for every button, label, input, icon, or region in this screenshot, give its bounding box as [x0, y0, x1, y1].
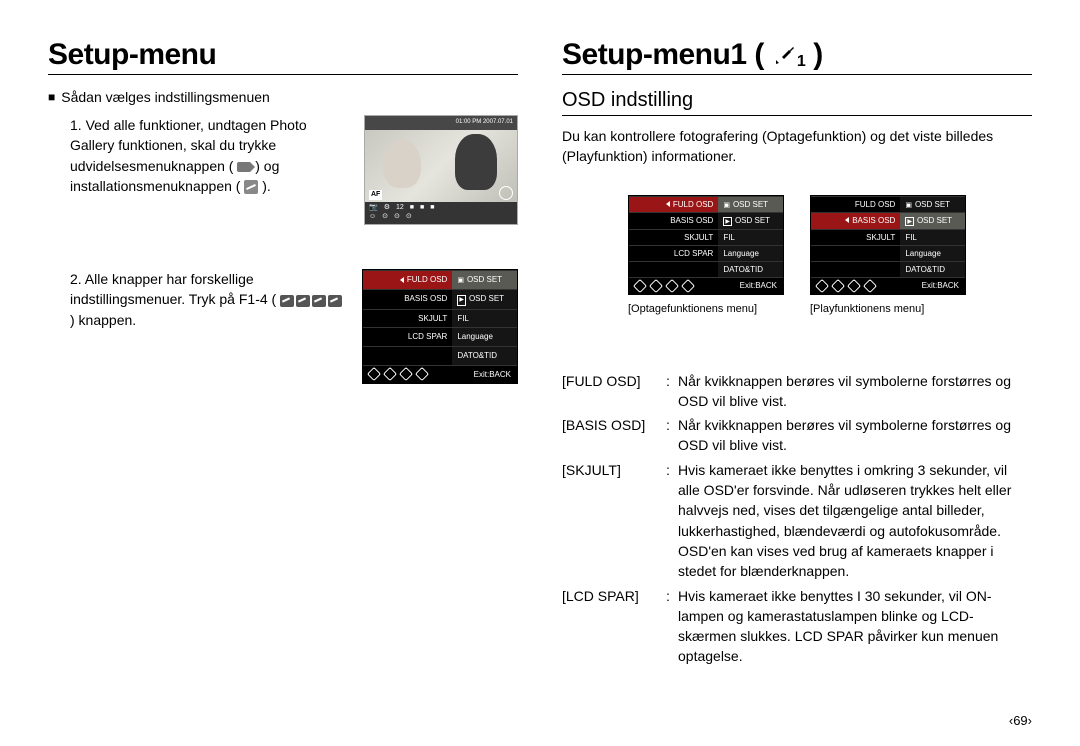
page-title-right: Setup-menu1 ( 1 ) [562, 38, 1032, 75]
step1-post: ). [262, 178, 271, 194]
section-text: Sådan vælges indstillingsmenuen [61, 89, 270, 105]
osd-description: Du kan kontrollere fotografering (Optage… [562, 126, 1032, 167]
setup-button-icon [244, 180, 258, 194]
setup1-icon: 1 [772, 43, 805, 67]
page-number: 69 [1009, 713, 1032, 728]
def-key-fuld: [FULD OSD] [562, 371, 666, 412]
def-val-fuld: Når kvikknappen berøres vil symbolerne f… [678, 371, 1032, 412]
step-1: 1. Ved alle funktioner, undtagen Photo G… [70, 115, 346, 196]
title-right-end: ) [813, 38, 823, 72]
f1-4-icons [280, 295, 342, 307]
af-badge: AF [369, 190, 382, 200]
caption-play: [Playfunktionens menu] [810, 303, 966, 315]
def-key-basis: [BASIS OSD] [562, 415, 666, 456]
section-heading: ■Sådan vælges indstillingsmenuen [48, 89, 518, 105]
lcd-menu-rec: FULD OSDOSD SET BASIS OSDOSD SET SKJULTF… [628, 195, 784, 295]
preview-tool-ring-icon [499, 186, 513, 200]
preview-topbar: 01:00 PM 2007.07.01 [365, 116, 517, 130]
def-key-lcdspar: [LCD SPAR] [562, 586, 666, 667]
exit-label: Exit:BACK [474, 369, 511, 381]
step2-post: ) knappen. [70, 312, 136, 328]
caption-rec: [Optagefunktionens menu] [628, 303, 784, 315]
def-val-skjult: Hvis kameraet ikke benyttes i omkring 3 … [678, 460, 1032, 582]
def-val-lcdspar: Hvis kameraet ikke benyttes I 30 sekunde… [678, 586, 1032, 667]
lcd-menu-example: FULD OSDOSD SET BASIS OSDOSD SET SKJULTF… [362, 269, 518, 384]
lcd-menu-play: FULD OSDOSD SET BASIS OSDOSD SET SKJULTF… [810, 195, 966, 295]
step2-pre: 2. Alle knapper har forskellige indstill… [70, 271, 276, 307]
page-title-left: Setup-menu [48, 38, 518, 75]
camera-preview-thumbnail: 01:00 PM 2007.07.01 AF 📷⚙12■■■ ☺⊙⊙⊙ [364, 115, 518, 225]
extension-button-icon [237, 162, 251, 172]
osd-subtitle: OSD indstilling [562, 89, 1032, 116]
step-2: 2. Alle knapper har forskellige indstill… [70, 269, 344, 330]
def-val-basis: Når kvikknappen berøres vil symbolerne f… [678, 415, 1032, 456]
preview-bottombar: 📷⚙12■■■ ☺⊙⊙⊙ [365, 202, 517, 224]
title-right-text: Setup-menu1 ( [562, 38, 764, 72]
def-key-skjult: [SKJULT] [562, 460, 666, 582]
definition-table: [FULD OSD] : Når kvikknappen berøres vil… [562, 371, 1032, 667]
